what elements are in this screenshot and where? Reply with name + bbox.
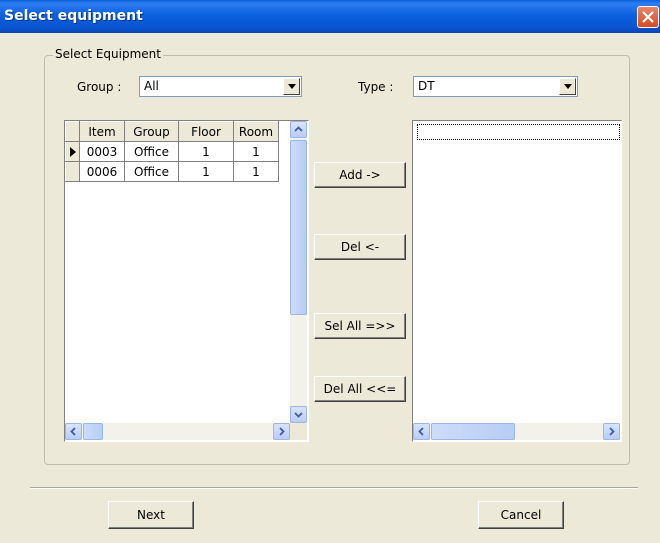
selected-equipment-list[interactable]: [412, 120, 622, 442]
arrow-right-icon: [609, 427, 615, 436]
arrow-left-icon: [418, 427, 424, 436]
close-button[interactable]: [637, 6, 659, 28]
scroll-left-button[interactable]: [65, 423, 82, 440]
table-row[interactable]: 0003 Office 1 1: [65, 141, 279, 162]
row-indicator-cell[interactable]: [65, 161, 80, 182]
scrollbar-corner: [290, 423, 307, 440]
groupbox-label: Select Equipment: [53, 47, 163, 61]
column-header-group[interactable]: Group: [124, 121, 179, 142]
horizontal-scroll-thumb[interactable]: [83, 423, 103, 440]
title-bar[interactable]: Select equipment: [0, 0, 660, 33]
cell-group[interactable]: Office: [124, 141, 179, 162]
cell-room[interactable]: 1: [233, 161, 279, 182]
cancel-button[interactable]: Cancel: [478, 501, 564, 529]
column-header-floor[interactable]: Floor: [178, 121, 234, 142]
footer-divider: [30, 487, 638, 489]
list-horizontal-scrollbar[interactable]: [413, 423, 620, 440]
type-select-value: DT: [418, 79, 435, 93]
next-button[interactable]: Next: [108, 501, 194, 529]
chevron-down-icon: [564, 84, 572, 89]
table-row[interactable]: 0006 Office 1 1: [65, 161, 279, 182]
scroll-left-button[interactable]: [413, 423, 430, 440]
cell-floor[interactable]: 1: [178, 141, 234, 162]
scroll-right-button[interactable]: [603, 423, 620, 440]
arrow-up-icon: [294, 126, 303, 132]
cell-item[interactable]: 0006: [79, 161, 125, 182]
group-select[interactable]: All: [139, 76, 302, 97]
arrow-right-icon: [279, 427, 285, 436]
row-pointer-icon: [70, 147, 76, 157]
column-header-item[interactable]: Item: [79, 121, 125, 142]
cell-floor[interactable]: 1: [178, 161, 234, 182]
type-label: Type :: [358, 80, 394, 94]
cell-room[interactable]: 1: [233, 141, 279, 162]
group-select-value: All: [144, 79, 159, 93]
row-indicator-cell[interactable]: [65, 141, 80, 162]
del-all-button[interactable]: Del All <<=: [314, 376, 406, 402]
arrow-down-icon: [294, 412, 303, 418]
available-equipment-grid[interactable]: Item Group Floor Room 0003 Office 1 1 00…: [64, 120, 309, 442]
vertical-scroll-thumb[interactable]: [290, 140, 307, 315]
grid-horizontal-scrollbar[interactable]: [65, 423, 290, 440]
scroll-right-button[interactable]: [273, 423, 290, 440]
add-button[interactable]: Add ->: [314, 162, 406, 188]
scroll-down-button[interactable]: [290, 406, 307, 423]
column-header-room[interactable]: Room: [233, 121, 279, 142]
list-focus-item[interactable]: [417, 124, 620, 140]
group-label: Group :: [77, 80, 122, 94]
row-indicator-header: [65, 121, 80, 142]
window-title: Select equipment: [4, 8, 143, 24]
scroll-up-button[interactable]: [290, 121, 307, 138]
equipment-table: Item Group Floor Room 0003 Office 1 1 00…: [65, 121, 279, 182]
sel-all-button[interactable]: Sel All =>>: [314, 313, 406, 339]
horizontal-scroll-thumb[interactable]: [431, 423, 515, 440]
chevron-down-icon: [288, 84, 296, 89]
table-header-row: Item Group Floor Room: [65, 121, 279, 142]
type-dropdown-button[interactable]: [559, 78, 576, 95]
close-icon: [642, 11, 654, 23]
del-button[interactable]: Del <-: [314, 234, 406, 260]
cell-group[interactable]: Office: [124, 161, 179, 182]
group-dropdown-button[interactable]: [283, 78, 300, 95]
grid-vertical-scrollbar[interactable]: [290, 121, 307, 423]
type-select[interactable]: DT: [413, 76, 578, 97]
cell-item[interactable]: 0003: [79, 141, 125, 162]
arrow-left-icon: [70, 427, 76, 436]
